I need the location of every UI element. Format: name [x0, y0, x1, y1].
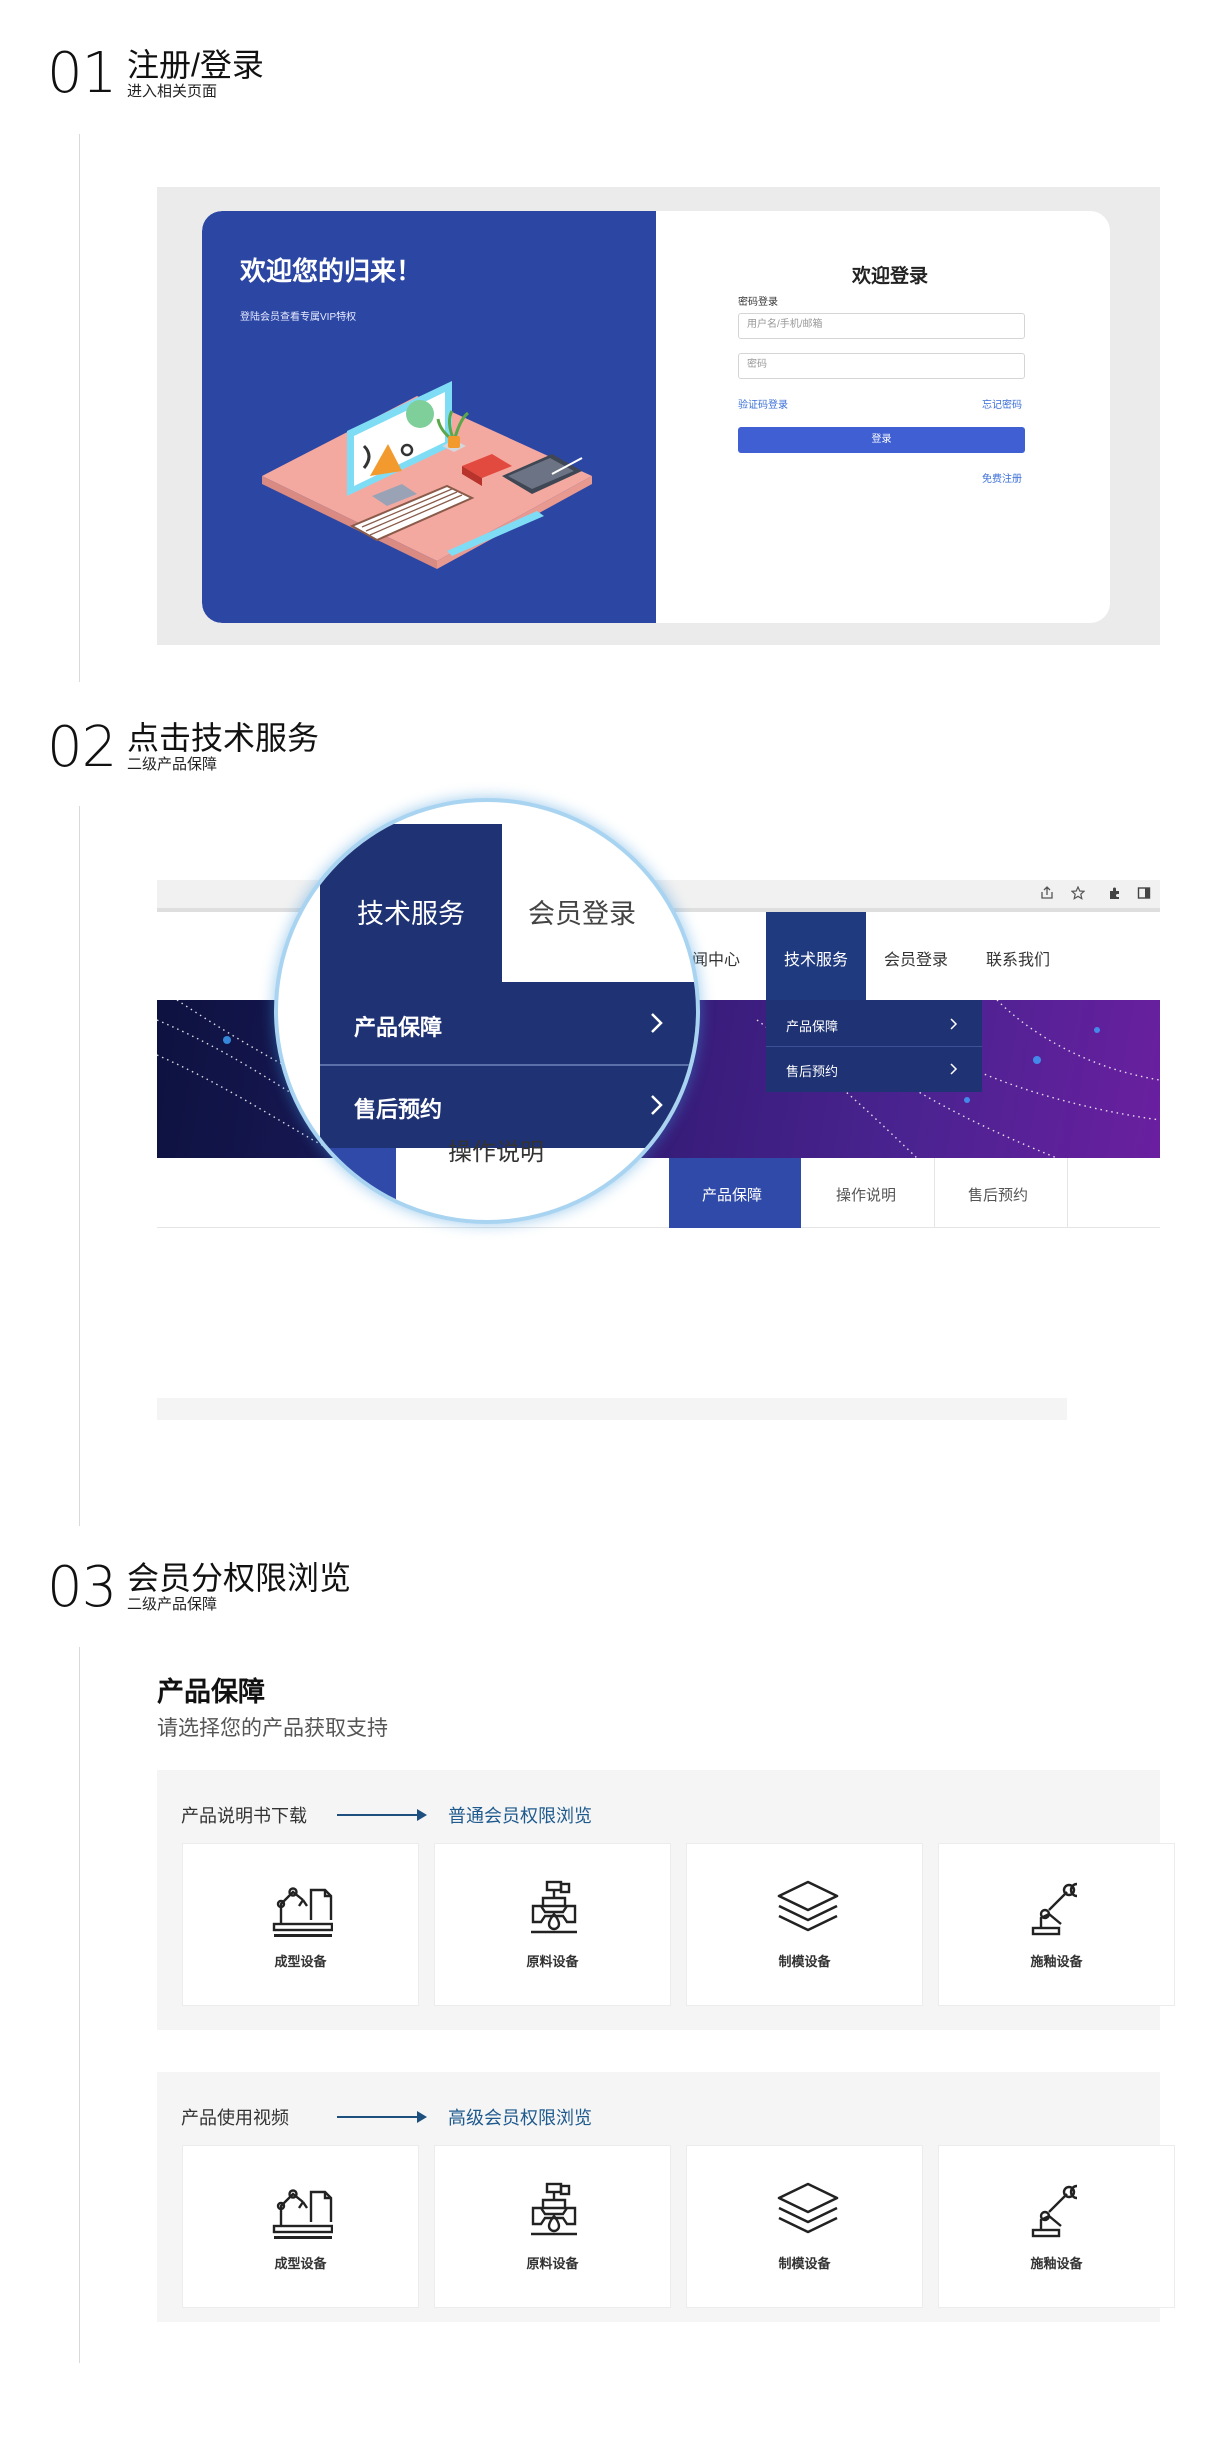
- chevron-right-icon: [651, 1095, 663, 1115]
- puzzle-icon[interactable]: [1108, 886, 1122, 900]
- dropdown-divider: [766, 1046, 982, 1047]
- timeline-line: [79, 134, 80, 682]
- card-title: 制模设备: [778, 1954, 831, 1969]
- product-card-mold[interactable]: 制模设备: [686, 1843, 923, 2006]
- panel-label: 产品使用视频: [181, 2108, 289, 2128]
- nav-tech-service[interactable]: 技术服务: [784, 946, 848, 970]
- mag-divider: [320, 1064, 696, 1066]
- dropdown-item-aftersale[interactable]: 售后预约: [786, 1061, 838, 1080]
- timeline-line: [79, 806, 80, 1526]
- login-button[interactable]: 登录: [738, 427, 1025, 453]
- arrow-icon: [337, 1809, 427, 1821]
- access-level: 高级会员权限浏览: [448, 2108, 592, 2128]
- mag-manual-label: 操作说明: [448, 1139, 544, 1166]
- nav-member-login[interactable]: 会员登录: [884, 946, 948, 970]
- subnav-manual[interactable]: 操作说明: [836, 1184, 896, 1205]
- product-card-material[interactable]: 原料设备: [434, 2145, 671, 2308]
- mag-tech-service-label: 技术服务: [357, 899, 465, 929]
- chevron-right-icon: [950, 1063, 958, 1075]
- card-title: 原料设备: [526, 2256, 579, 2271]
- product-card-forming[interactable]: 成型设备: [182, 1843, 419, 2006]
- card-title: 成型设备: [274, 2256, 327, 2271]
- timeline-line: [79, 1647, 80, 2363]
- welcome-heading: 欢迎您的归来！: [240, 256, 423, 286]
- arrow-icon: [337, 2111, 427, 2123]
- valve-icon: [531, 2182, 577, 2236]
- register-link[interactable]: 免费注册: [982, 470, 1022, 485]
- forgot-password-link[interactable]: 忘记密码: [982, 396, 1022, 411]
- subnav-divider: [934, 1158, 935, 1228]
- card-title: 原料设备: [526, 1954, 579, 1969]
- section-heading: 产品保障: [157, 1677, 265, 1707]
- login-form-title: 欢迎登录: [851, 266, 928, 287]
- valve-icon: [531, 1880, 577, 1934]
- step-number: 02: [47, 715, 117, 780]
- product-card-glazing[interactable]: 施釉设备: [938, 1843, 1175, 2006]
- panel-label: 产品说明书下载: [181, 1806, 307, 1826]
- step-number: 03: [47, 1555, 117, 1620]
- share-icon[interactable]: [1040, 886, 1054, 900]
- chevron-right-icon: [651, 1013, 663, 1033]
- section-subheading: 请选择您的产品获取支持: [157, 1717, 388, 1740]
- step-subtitle: 进入相关页面: [127, 83, 218, 100]
- step-title: 会员分权限浏览: [127, 1560, 352, 1596]
- content-placeholder: [157, 1398, 1067, 1420]
- access-level: 普通会员权限浏览: [448, 1806, 592, 1826]
- password-input[interactable]: 密码: [738, 353, 1025, 379]
- product-card-mold[interactable]: 制模设备: [686, 2145, 923, 2308]
- product-card-glazing[interactable]: 施釉设备: [938, 2145, 1175, 2308]
- star-icon[interactable]: [1071, 886, 1085, 900]
- layers-icon: [777, 1880, 839, 1932]
- code-login-link[interactable]: 验证码登录: [738, 396, 788, 411]
- mag-item-aftersale: 售后预约: [354, 1097, 443, 1122]
- robot-arm-icon: [1031, 2184, 1078, 2238]
- card-title: 成型设备: [274, 1954, 327, 1969]
- step-subtitle: 二级产品保障: [127, 1596, 218, 1613]
- magnifier-callout: 技术服务 会员登录 产品保障 售后预约 操作说明: [278, 802, 696, 1220]
- card-title: 施釉设备: [1030, 2256, 1083, 2271]
- mag-subnav-active: [320, 1148, 396, 1220]
- mag-item-product: 产品保障: [354, 1015, 443, 1040]
- card-title: 施釉设备: [1030, 1954, 1083, 1969]
- sidepanel-icon[interactable]: [1137, 886, 1151, 900]
- step-number: 01: [47, 41, 117, 106]
- card-title: 制模设备: [778, 2256, 831, 2271]
- vip-text: 登陆会员查看专属VIP特权: [240, 312, 357, 323]
- chevron-right-icon: [950, 1018, 958, 1030]
- username-input[interactable]: 用户名/手机/邮箱: [738, 313, 1025, 339]
- login-welcome-panel: 欢迎您的归来！ 登陆会员查看专属VIP特权: [202, 211, 656, 623]
- arm-doc-icon: [272, 2189, 333, 2239]
- nav-contact[interactable]: 联系我们: [986, 946, 1050, 970]
- step-subtitle: 二级产品保障: [127, 756, 218, 773]
- product-card-forming[interactable]: 成型设备: [182, 2145, 419, 2308]
- mag-member-label: 会员登录: [528, 899, 636, 929]
- password-login-tab[interactable]: 密码登录: [738, 293, 778, 308]
- product-card-material[interactable]: 原料设备: [434, 1843, 671, 2006]
- dropdown-item-product[interactable]: 产品保障: [786, 1016, 838, 1035]
- robot-arm-icon: [1031, 1882, 1078, 1936]
- step-title: 注册/登录: [127, 47, 264, 83]
- login-card: 欢迎您的归来！ 登陆会员查看专属VIP特权 欢迎登录 密码登录 用户名/手机/邮…: [202, 211, 1110, 623]
- desk-illustration: [262, 381, 592, 569]
- subnav-aftersale[interactable]: 售后预约: [968, 1184, 1028, 1205]
- step-title: 点击技术服务: [127, 720, 320, 756]
- layers-icon: [777, 2182, 839, 2234]
- subnav-divider: [1067, 1158, 1068, 1228]
- subnav-product[interactable]: 产品保障: [702, 1184, 762, 1205]
- arm-doc-icon: [272, 1887, 333, 1937]
